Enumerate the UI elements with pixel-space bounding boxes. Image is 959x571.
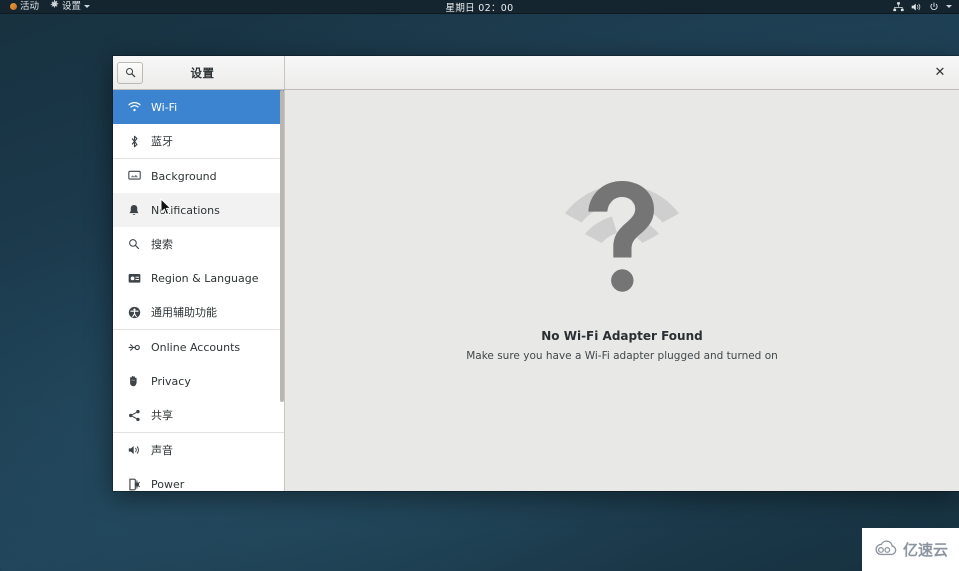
app-menu-label: 设置 — [62, 0, 82, 12]
sidebar-item-label: Online Accounts — [151, 340, 241, 354]
activities-button[interactable]: 活动 — [6, 0, 43, 14]
privacy-hand-icon — [127, 374, 141, 388]
watermark: 亿速云 — [862, 528, 959, 571]
sidebar-item-wifi[interactable]: Wi-Fi — [113, 90, 284, 124]
empty-state-title: No Wi-Fi Adapter Found — [541, 329, 703, 343]
sidebar-item-accessibility[interactable]: 通用辅助功能 — [113, 295, 284, 329]
top-bar: 活动 设置 星期日 02：00 — [0, 0, 959, 14]
empty-state-subtitle: Make sure you have a Wi-Fi adapter plugg… — [466, 350, 778, 362]
content-area: No Wi-Fi Adapter Found Make sure you hav… — [285, 90, 959, 491]
window-body: Wi-Fi 蓝牙 Background Notifications 搜索 Reg… — [113, 90, 959, 491]
sidebar-item-label: Notifications — [151, 203, 220, 217]
online-accounts-icon — [127, 340, 141, 354]
volume-icon[interactable] — [911, 2, 922, 12]
sidebar-item-label: Region & Language — [151, 271, 259, 285]
sidebar-scrollbar[interactable] — [280, 90, 284, 491]
sidebar-scrollbar-thumb[interactable] — [280, 90, 284, 402]
empty-state: No Wi-Fi Adapter Found Make sure you hav… — [466, 177, 778, 362]
sidebar-item-sharing[interactable]: 共享 — [113, 398, 284, 432]
power-plug-icon — [127, 477, 141, 491]
search-icon — [127, 237, 141, 251]
activities-label: 活动 — [20, 0, 40, 12]
sidebar-item-label: 共享 — [151, 409, 173, 422]
close-button[interactable]: ✕ — [929, 62, 951, 84]
watermark-text: 亿速云 — [902, 541, 948, 559]
sound-icon — [127, 443, 141, 457]
app-menu-button[interactable]: 设置 — [46, 0, 94, 14]
status-chevron-down-icon[interactable] — [946, 5, 952, 8]
status-area[interactable] — [893, 1, 959, 12]
wifi-icon — [127, 100, 141, 114]
chevron-down-icon — [84, 5, 91, 8]
sidebar-item-label: Background — [151, 169, 217, 183]
top-bar-left: 活动 设置 — [0, 0, 94, 14]
sidebar-item-privacy[interactable]: Privacy — [113, 364, 284, 398]
bell-icon — [127, 203, 141, 217]
cloud-icon — [873, 539, 899, 561]
settings-window: 设置 ✕ Wi-Fi 蓝牙 Background Notifications 搜… — [113, 56, 959, 491]
accessibility-icon — [127, 305, 141, 319]
sidebar-item-background[interactable]: Background — [113, 159, 284, 193]
sidebar-item-sound[interactable]: 声音 — [113, 433, 284, 467]
sidebar-item-online-accounts[interactable]: Online Accounts — [113, 330, 284, 364]
region-language-icon — [127, 271, 141, 285]
sidebar-item-search[interactable]: 搜索 — [113, 227, 284, 261]
bluetooth-icon — [127, 134, 141, 148]
activities-dot-icon — [10, 3, 17, 10]
sidebar-item-power[interactable]: Power — [113, 467, 284, 491]
search-icon — [125, 63, 136, 82]
clock[interactable]: 星期日 02：00 — [0, 0, 959, 14]
settings-gear-icon — [50, 0, 59, 14]
sidebar-item-notifications[interactable]: Notifications — [113, 193, 284, 227]
close-icon: ✕ — [934, 65, 946, 80]
sidebar-item-label: 声音 — [151, 444, 173, 457]
headerbar-left: 设置 — [113, 56, 285, 89]
sidebar-item-label: 蓝牙 — [151, 135, 173, 148]
sidebar-item-label: Privacy — [151, 374, 191, 388]
wifi-question-icon — [559, 177, 685, 303]
window-headerbar: 设置 ✕ — [113, 56, 959, 90]
sidebar-item-bluetooth[interactable]: 蓝牙 — [113, 124, 284, 158]
sidebar-item-label: Power — [151, 477, 185, 491]
sidebar-list: Wi-Fi 蓝牙 Background Notifications 搜索 Reg… — [113, 90, 284, 491]
sidebar-item-label: 通用辅助功能 — [151, 306, 217, 319]
network-wired-icon[interactable] — [893, 1, 904, 12]
sidebar[interactable]: Wi-Fi 蓝牙 Background Notifications 搜索 Reg… — [113, 90, 285, 491]
sidebar-item-label: 搜索 — [151, 238, 173, 251]
background-icon — [127, 169, 141, 183]
sidebar-item-label: Wi-Fi — [151, 100, 178, 114]
sidebar-item-region-language[interactable]: Region & Language — [113, 261, 284, 295]
search-button[interactable] — [117, 61, 143, 84]
page-title: 设置 — [190, 65, 215, 80]
headerbar-right: ✕ — [285, 56, 959, 89]
sharing-icon — [127, 408, 141, 422]
power-icon[interactable] — [929, 2, 939, 12]
